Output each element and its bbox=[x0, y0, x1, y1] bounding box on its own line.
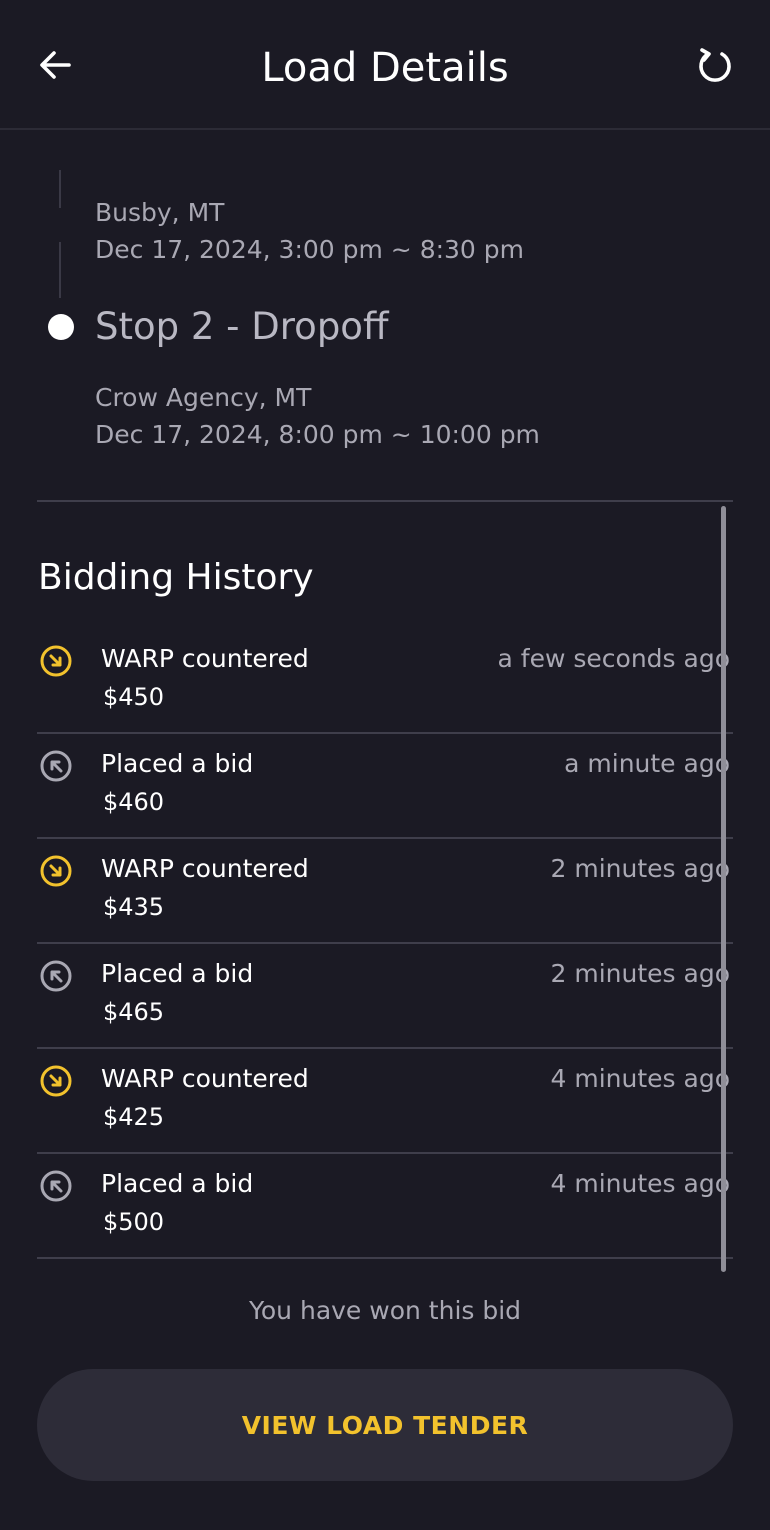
stop-1-location: Busby, MT bbox=[95, 198, 225, 227]
bid-timestamp: a few seconds ago bbox=[497, 644, 730, 673]
bid-history-row: WARP countered $425 4 minutes ago bbox=[37, 1047, 733, 1154]
bid-action-label: Placed a bid bbox=[101, 749, 254, 778]
counter-offer-icon bbox=[40, 855, 72, 887]
bidding-list-scrollbar[interactable] bbox=[721, 506, 726, 1272]
bid-timestamp: 4 minutes ago bbox=[550, 1169, 730, 1198]
counter-offer-icon bbox=[40, 645, 72, 677]
bid-timestamp: a minute ago bbox=[564, 749, 730, 778]
counter-offer-icon bbox=[40, 1065, 72, 1097]
bid-amount: $450 bbox=[103, 683, 165, 711]
stop-marker-dot bbox=[48, 314, 74, 340]
bid-amount: $435 bbox=[103, 893, 165, 921]
timeline-connector bbox=[59, 242, 61, 298]
bid-history-row: Placed a bid $500 4 minutes ago bbox=[37, 1152, 733, 1259]
bid-history-row: WARP countered $435 2 minutes ago bbox=[37, 837, 733, 944]
app-header: Load Details bbox=[0, 0, 770, 130]
bid-amount: $500 bbox=[103, 1208, 165, 1236]
bid-timestamp: 2 minutes ago bbox=[550, 854, 730, 883]
placed-bid-icon bbox=[40, 960, 72, 992]
bid-amount: $425 bbox=[103, 1103, 165, 1131]
bid-status-message: You have won this bid bbox=[248, 1296, 522, 1325]
bid-history-row: WARP countered $450 a few seconds ago bbox=[37, 627, 733, 734]
bid-action-label: WARP countered bbox=[101, 854, 309, 883]
page-title: Load Details bbox=[261, 45, 509, 91]
bid-timestamp: 4 minutes ago bbox=[550, 1064, 730, 1093]
timeline-connector bbox=[59, 170, 61, 208]
bid-action-label: WARP countered bbox=[101, 1064, 309, 1093]
bid-action-label: Placed a bid bbox=[101, 1169, 254, 1198]
refresh-icon bbox=[699, 48, 731, 82]
bid-history-row: Placed a bid $460 a minute ago bbox=[37, 732, 733, 839]
bid-history-row: Placed a bid $465 2 minutes ago bbox=[37, 942, 733, 1049]
stop-2-location: Crow Agency, MT bbox=[95, 383, 312, 412]
stop-2-title: Stop 2 - Dropoff bbox=[95, 305, 389, 348]
bidding-history-title: Bidding History bbox=[38, 557, 314, 598]
placed-bid-icon bbox=[40, 750, 72, 782]
bid-amount: $460 bbox=[103, 788, 165, 816]
bid-action-label: Placed a bid bbox=[101, 959, 254, 988]
stop-1-window: Dec 17, 2024, 3:00 pm ~ 8:30 pm bbox=[95, 235, 525, 264]
bid-action-label: WARP countered bbox=[101, 644, 309, 673]
stop-2-window: Dec 17, 2024, 8:00 pm ~ 10:00 pm bbox=[95, 420, 540, 449]
section-divider bbox=[37, 500, 733, 502]
view-load-tender-button[interactable]: VIEW LOAD TENDER bbox=[37, 1369, 733, 1481]
bid-timestamp: 2 minutes ago bbox=[550, 959, 730, 988]
bid-amount: $465 bbox=[103, 998, 165, 1026]
placed-bid-icon bbox=[40, 1170, 72, 1202]
refresh-button[interactable] bbox=[690, 40, 740, 90]
